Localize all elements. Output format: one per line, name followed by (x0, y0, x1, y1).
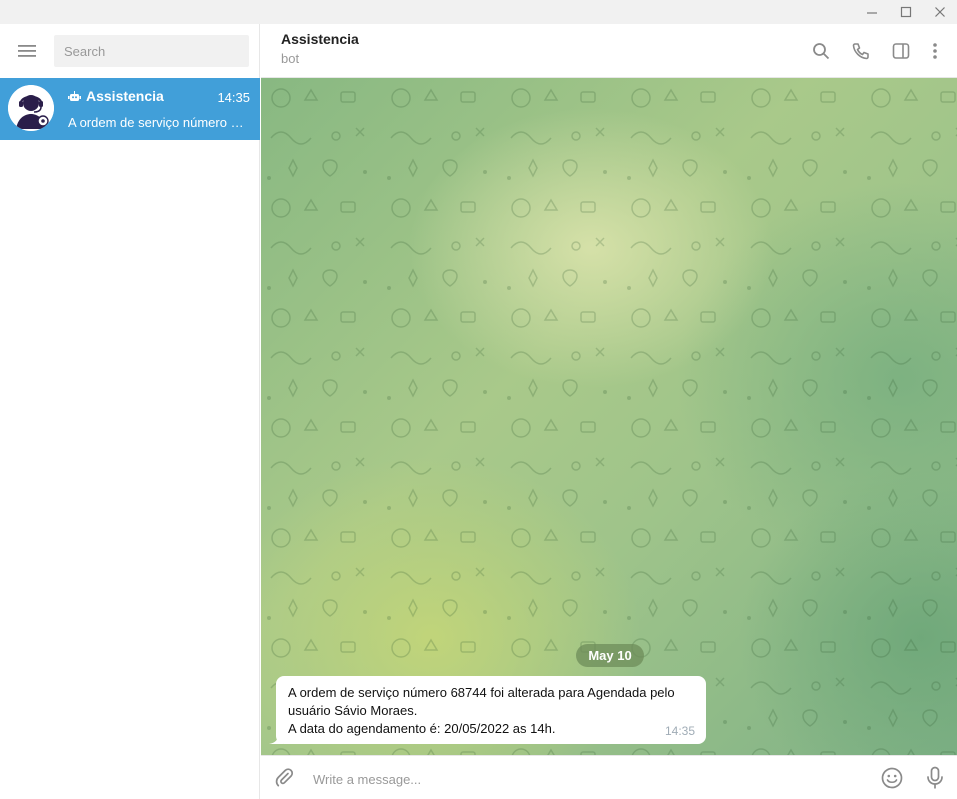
voice-message-button[interactable] (919, 762, 951, 794)
hamburger-menu-icon (18, 45, 36, 57)
emoji-button[interactable] (876, 762, 908, 794)
paperclip-icon (275, 768, 294, 787)
search-icon (813, 43, 830, 60)
chat-item-time: 14:35 (217, 90, 250, 105)
close-icon (935, 7, 945, 17)
support-agent-avatar (8, 85, 54, 131)
chat-item-title: Assistencia (86, 88, 164, 104)
message-text-line: usuário Sávio Moraes. (288, 703, 418, 718)
chat-list-item-assistencia[interactable]: Assistencia 14:35 A ordem de serviço núm… (0, 78, 260, 140)
message-text-line: A data do agendamento é: 20/05/2022 as 1… (288, 721, 556, 736)
bot-icon (68, 90, 81, 102)
more-options-button[interactable] (918, 34, 952, 68)
date-separator: May 10 (576, 644, 644, 667)
more-vertical-icon (933, 43, 937, 59)
peer-name[interactable]: Assistencia (281, 31, 359, 47)
window-titlebar (0, 0, 957, 24)
message-text-line: A ordem de serviço número 68744 foi alte… (288, 685, 675, 700)
message-input[interactable] (313, 768, 853, 790)
phone-icon (852, 43, 869, 60)
search-box[interactable] (54, 35, 249, 67)
search-button[interactable] (804, 34, 838, 68)
close-button[interactable] (923, 0, 957, 24)
chat-header: Assistencia bot (261, 24, 957, 78)
message-bubble[interactable]: A ordem de serviço número 68744 foi alte… (276, 676, 706, 744)
menu-button[interactable] (10, 34, 44, 68)
emoji-icon (881, 767, 903, 789)
call-button[interactable] (844, 34, 878, 68)
attach-button[interactable] (269, 762, 301, 794)
search-input[interactable] (64, 43, 239, 59)
message-time: 14:35 (664, 724, 695, 738)
toggle-sidebar-button[interactable] (884, 34, 918, 68)
maximize-button[interactable] (889, 0, 923, 24)
chat-item-name: Assistencia (68, 88, 164, 104)
maximize-icon (900, 6, 912, 18)
sidebar-header (0, 24, 260, 78)
sidebar-toggle-icon (892, 43, 910, 59)
chat-list-sidebar: Assistencia 14:35 A ordem de serviço núm… (0, 24, 260, 799)
chat-item-preview: A ordem de serviço número 68744 foi alte… (68, 115, 250, 130)
minimize-icon (867, 12, 877, 14)
minimize-button[interactable] (855, 0, 889, 24)
peer-status: bot (281, 51, 300, 66)
message-composer (261, 755, 957, 799)
chat-history[interactable]: May 10 A ordem de serviço número 68744 f… (261, 78, 957, 755)
microphone-icon (927, 766, 943, 789)
